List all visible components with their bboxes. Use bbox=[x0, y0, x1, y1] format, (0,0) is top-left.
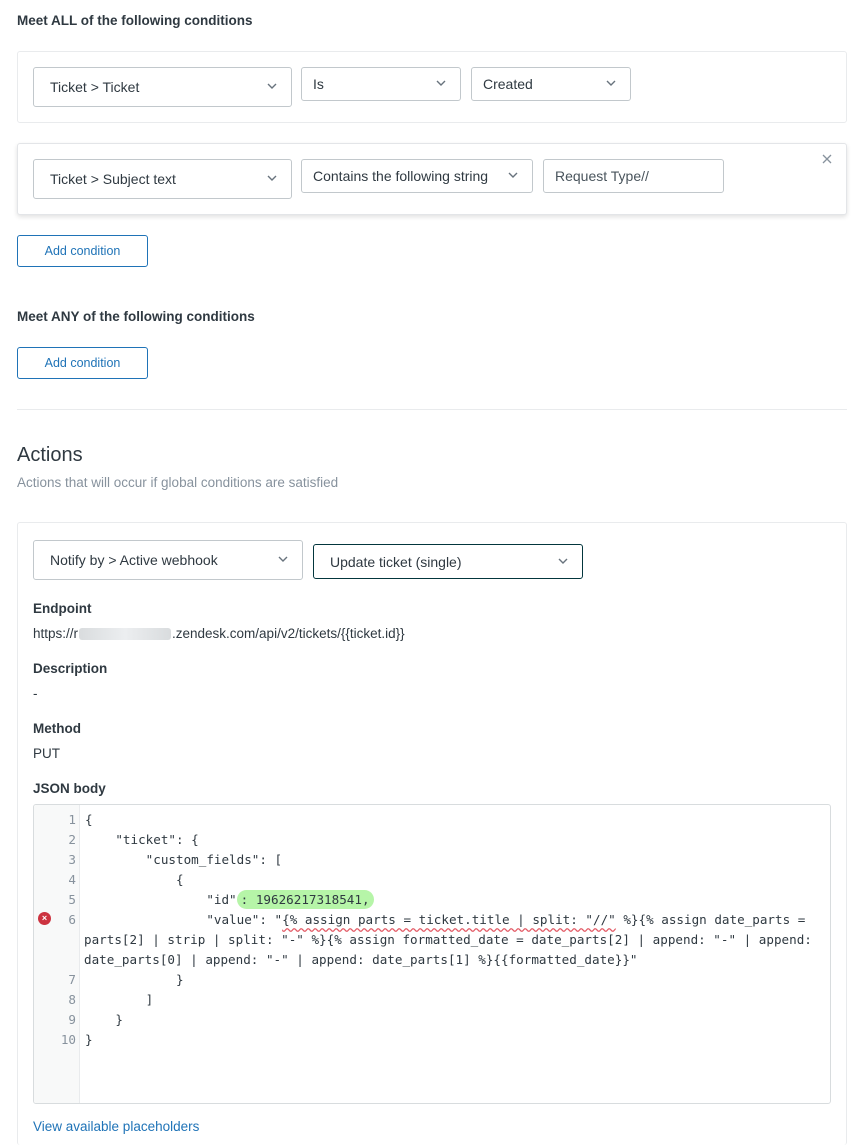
add-all-condition-button[interactable]: Add condition bbox=[17, 235, 148, 267]
chevron-down-icon bbox=[558, 558, 568, 564]
endpoint-label: Endpoint bbox=[33, 601, 92, 616]
chevron-down-icon bbox=[436, 80, 446, 86]
line-number: 5 bbox=[68, 892, 76, 907]
all-conditions-title: Meet ALL of the following conditions bbox=[17, 13, 253, 28]
actions-title: Actions bbox=[17, 444, 83, 466]
description-label: Description bbox=[33, 661, 108, 676]
code-line: { bbox=[85, 872, 184, 887]
json-body-editor[interactable]: 1 2 3 4 5 × 6 7 8 9 10 { "ticket": { "cu… bbox=[33, 804, 831, 1104]
line-gutter bbox=[34, 805, 80, 1103]
code-line: "id": 19626217318541, bbox=[85, 890, 374, 909]
code-line: } bbox=[85, 1012, 123, 1027]
chevron-down-icon bbox=[278, 556, 288, 562]
close-icon[interactable] bbox=[822, 154, 832, 164]
any-conditions-title: Meet ANY of the following conditions bbox=[17, 309, 255, 324]
method-value: PUT bbox=[33, 746, 60, 761]
actions-subtitle: Actions that will occur if global condit… bbox=[17, 475, 339, 490]
condition-operator-value: Contains the following string bbox=[313, 168, 489, 184]
chevron-down-icon bbox=[267, 83, 277, 89]
code-line: "value": "{% assign parts = ticket.title… bbox=[85, 912, 805, 927]
line-number: 2 bbox=[68, 832, 76, 847]
condition-operator-select[interactable]: Is bbox=[301, 67, 461, 101]
code-line: } bbox=[85, 1032, 93, 1047]
code-line: { bbox=[85, 812, 93, 827]
condition-operator-select[interactable]: Contains the following string bbox=[301, 159, 533, 193]
condition-row-1: Ticket > Ticket Is Created bbox=[17, 51, 847, 123]
condition-row-2: Ticket > Subject text Contains the follo… bbox=[17, 143, 847, 215]
method-label: Method bbox=[33, 721, 81, 736]
endpoint-suffix: .zendesk.com/api/v2/tickets/{{ticket.id}… bbox=[172, 626, 405, 641]
endpoint-value: https://r .zendesk.com/api/v2/tickets/{{t… bbox=[33, 626, 405, 641]
line-number: 7 bbox=[68, 972, 76, 987]
code-line-wrap: parts[2] | strip | split: "-" %}{% assig… bbox=[84, 932, 812, 947]
syntax-error-text: {% assign parts = ticket.title | split: … bbox=[282, 912, 616, 927]
endpoint-prefix: https://r bbox=[33, 626, 79, 641]
condition-field-value: Ticket > Subject text bbox=[50, 171, 176, 187]
line-number: 4 bbox=[68, 872, 76, 887]
code-line-wrap: date_parts[0] | append: "-" | append: da… bbox=[84, 952, 638, 967]
condition-value-select[interactable]: Created bbox=[471, 67, 631, 101]
chevron-down-icon bbox=[606, 80, 616, 86]
condition-field-select[interactable]: Ticket > Ticket bbox=[33, 67, 292, 107]
highlighted-id: : 19626217318541, bbox=[236, 890, 374, 909]
condition-value-value: Created bbox=[483, 76, 533, 92]
line-number: 1 bbox=[68, 812, 76, 827]
description-value: - bbox=[33, 686, 38, 701]
line-number: 3 bbox=[68, 852, 76, 867]
redacted-region bbox=[79, 628, 172, 641]
line-number: 6 bbox=[68, 912, 76, 927]
code-key: "value": " bbox=[85, 912, 283, 927]
line-number: 9 bbox=[68, 1012, 76, 1027]
condition-operator-value: Is bbox=[313, 76, 324, 92]
line-number: 8 bbox=[68, 992, 76, 1007]
condition-value-text: Request Type// bbox=[555, 168, 649, 184]
code-line: } bbox=[85, 972, 184, 987]
chevron-down-icon bbox=[267, 175, 277, 181]
section-divider bbox=[17, 409, 847, 410]
condition-field-select[interactable]: Ticket > Subject text bbox=[33, 159, 292, 199]
code-line: "custom_fields": [ bbox=[85, 852, 283, 867]
code-line: ] bbox=[85, 992, 154, 1007]
line-number: 10 bbox=[60, 1032, 76, 1047]
condition-value-input[interactable]: Request Type// bbox=[543, 159, 724, 193]
code-text: %}{% assign date_parts = bbox=[615, 912, 806, 927]
condition-field-value: Ticket > Ticket bbox=[50, 79, 140, 95]
add-any-condition-button[interactable]: Add condition bbox=[17, 347, 148, 379]
chevron-down-icon bbox=[508, 172, 518, 178]
code-line: "ticket": { bbox=[85, 832, 199, 847]
webhook-select[interactable]: Update ticket (single) bbox=[313, 544, 583, 579]
action-type-select[interactable]: Notify by > Active webhook bbox=[33, 540, 303, 580]
json-body-label: JSON body bbox=[33, 781, 106, 796]
action-type-value: Notify by > Active webhook bbox=[50, 552, 218, 568]
code-key: "id" bbox=[85, 892, 237, 907]
view-placeholders-link[interactable]: View available placeholders bbox=[33, 1119, 199, 1134]
webhook-value: Update ticket (single) bbox=[330, 553, 462, 570]
